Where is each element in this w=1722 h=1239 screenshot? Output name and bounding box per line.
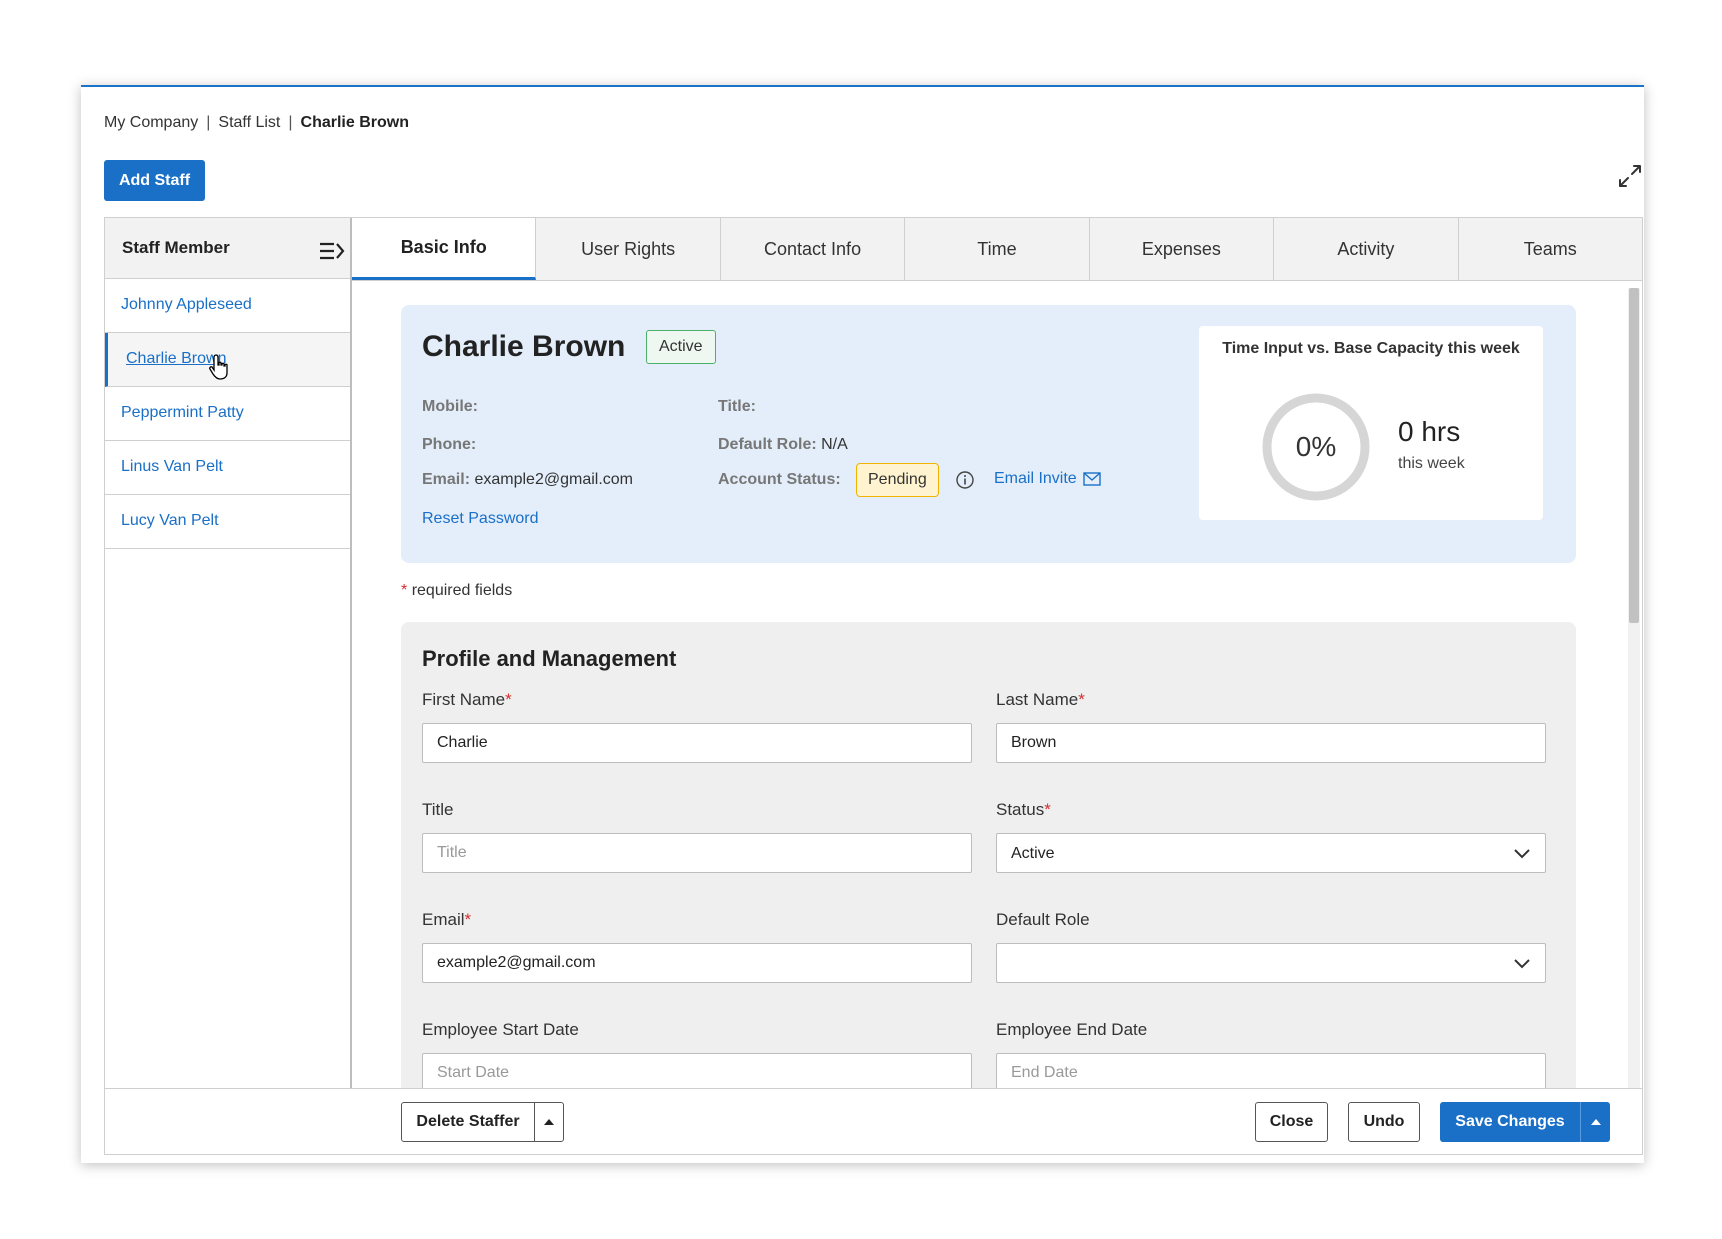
mobile-label: Mobile: [422, 398, 478, 415]
profile-management-section: Profile and Management First Name* Last … [401, 622, 1576, 1088]
email-label: Email* [422, 910, 472, 929]
default-role-value: N/A [821, 436, 848, 453]
staff-name-link[interactable]: Johnny Appleseed [121, 296, 252, 314]
status-select-value: Active [1011, 845, 1055, 862]
breadcrumb-separator: | [206, 114, 211, 131]
breadcrumb-company[interactable]: My Company [104, 114, 198, 132]
email-input[interactable] [422, 943, 972, 983]
email-label: Email: [422, 471, 471, 488]
chevron-down-icon [1514, 849, 1530, 859]
capacity-hours-sub: this week [1398, 455, 1465, 472]
email-value: example2@gmail.com [474, 471, 633, 488]
chevron-down-icon [1514, 959, 1530, 969]
required-fields-text: required fields [411, 582, 513, 599]
staff-name-link[interactable]: Lucy Van Pelt [121, 512, 219, 530]
tab-bar: Basic Info User Rights Contact Info Time… [352, 218, 1642, 281]
basic-info-content: Charlie Brown Active Mobile: Phone: Emai… [354, 282, 1642, 1088]
delete-staffer-button[interactable]: Delete Staffer [401, 1102, 535, 1142]
action-footer: Delete Staffer Close Undo Save Changes [105, 1088, 1642, 1154]
envelope-icon [1083, 472, 1101, 486]
scrollbar-thumb[interactable] [1629, 288, 1639, 623]
title-label: Title [422, 800, 454, 819]
default-role-field: Default Role: N/A [718, 436, 848, 454]
phone-field: Phone: [422, 436, 476, 454]
breadcrumb: My Company | Staff List | Charlie Brown [104, 114, 409, 132]
info-icon[interactable] [955, 470, 975, 490]
delete-options-toggle[interactable] [534, 1102, 564, 1142]
mobile-field: Mobile: [422, 398, 478, 416]
tab-time[interactable]: Time [905, 218, 1090, 280]
expand-arrows-icon[interactable] [1616, 162, 1644, 190]
account-status-label: Account Status: [718, 471, 841, 488]
tab-activity[interactable]: Activity [1274, 218, 1459, 280]
save-changes-button[interactable]: Save Changes [1440, 1102, 1580, 1142]
add-staff-button[interactable]: Add Staff [104, 160, 205, 201]
staff-list-item[interactable]: Peppermint Patty [105, 387, 350, 441]
default-role-select[interactable] [996, 943, 1546, 983]
caret-up-icon [544, 1119, 554, 1125]
staff-list-item[interactable]: Johnny Appleseed [105, 279, 350, 333]
staff-summary-card: Charlie Brown Active Mobile: Phone: Emai… [401, 305, 1576, 563]
hand-cursor-icon [209, 354, 228, 380]
title-label: Title: [718, 398, 756, 415]
tab-contact-info[interactable]: Contact Info [721, 218, 906, 280]
staff-sidebar: Staff Member Johnny Appleseed Charlie Br… [105, 218, 352, 1088]
phone-label: Phone: [422, 436, 477, 453]
account-status-field: Account Status: [718, 471, 841, 489]
staff-panel: Staff Member Johnny Appleseed Charlie Br… [104, 217, 1643, 1155]
capacity-hours: 0 hrs [1398, 416, 1461, 447]
collapse-panel-icon[interactable] [318, 240, 346, 262]
last-name-label: Last Name* [996, 690, 1085, 709]
email-invite-label: Email Invite [994, 470, 1077, 487]
first-name-field[interactable] [422, 723, 972, 763]
tab-teams[interactable]: Teams [1459, 218, 1642, 280]
caret-up-icon [1590, 1119, 1601, 1125]
start-date-label: Employee Start Date [422, 1020, 579, 1039]
first-name-label: First Name* [422, 690, 512, 709]
profile-heading: Profile and Management [422, 646, 677, 671]
status-badge: Active [646, 330, 716, 364]
content-scrollbar[interactable] [1628, 288, 1640, 1088]
breadcrumb-staff-list[interactable]: Staff List [218, 114, 280, 132]
email-invite-link[interactable]: Email Invite [994, 470, 1101, 488]
last-name-field[interactable] [996, 723, 1546, 763]
breadcrumb-current: Charlie Brown [300, 114, 409, 131]
staff-name-heading: Charlie Brown [422, 330, 626, 363]
tab-expenses[interactable]: Expenses [1090, 218, 1275, 280]
sidebar-header: Staff Member [105, 218, 350, 279]
required-star: * [401, 582, 408, 599]
tab-user-rights[interactable]: User Rights [536, 218, 721, 280]
staff-list-item-selected[interactable]: Charlie Brown [105, 333, 350, 387]
undo-button[interactable]: Undo [1348, 1102, 1420, 1142]
required-fields-note: * required fields [401, 582, 512, 600]
breadcrumb-separator: | [288, 114, 293, 131]
end-date-label: Employee End Date [996, 1020, 1148, 1039]
default-role-label: Default Role [996, 910, 1090, 929]
staff-list-item[interactable]: Linus Van Pelt [105, 441, 350, 495]
start-date-field[interactable] [422, 1053, 972, 1088]
capacity-percent: 0% [1295, 431, 1337, 462]
close-button[interactable]: Close [1255, 1102, 1328, 1142]
account-status-badge: Pending [856, 463, 939, 497]
staff-name-link[interactable]: Linus Van Pelt [121, 458, 223, 476]
capacity-card: Time Input vs. Base Capacity this week 0… [1199, 326, 1543, 520]
end-date-field[interactable] [996, 1053, 1546, 1088]
status-select[interactable]: Active [996, 833, 1546, 873]
title-field[interactable] [422, 833, 972, 873]
staff-window: My Company | Staff List | Charlie Brown … [81, 85, 1644, 1163]
capacity-title: Time Input vs. Base Capacity this week [1222, 340, 1520, 357]
save-options-toggle[interactable] [1580, 1102, 1610, 1142]
email-field: Email: example2@gmail.com [422, 471, 633, 489]
status-label: Status* [996, 800, 1051, 819]
reset-password-link[interactable]: Reset Password [422, 510, 539, 528]
sidebar-header-label: Staff Member [122, 238, 230, 257]
tab-basic-info[interactable]: Basic Info [352, 218, 537, 280]
title-field: Title: [718, 398, 756, 416]
staff-name-link[interactable]: Peppermint Patty [121, 404, 244, 422]
default-role-label: Default Role: [718, 436, 817, 453]
staff-list-item[interactable]: Lucy Van Pelt [105, 495, 350, 549]
